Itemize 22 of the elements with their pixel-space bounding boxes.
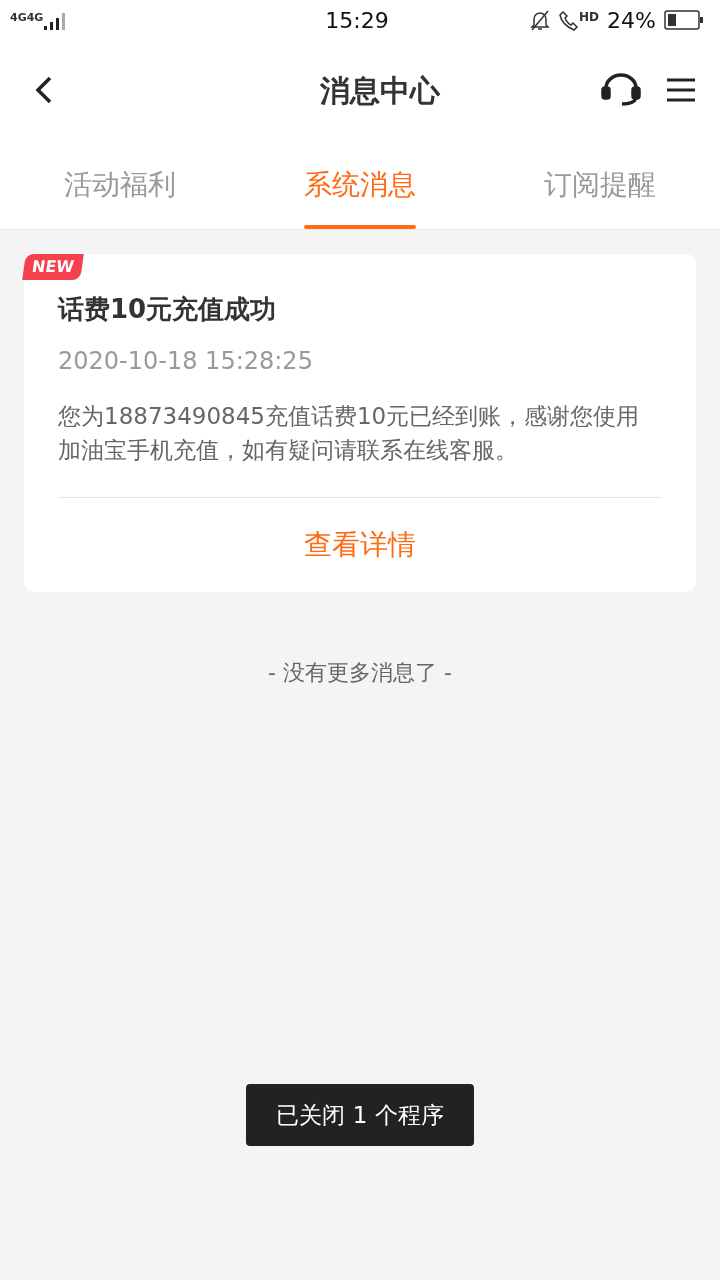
clock: 15:29: [325, 6, 389, 35]
phone-icon: [559, 9, 580, 31]
toast: 已关闭 1 个程序: [246, 1084, 474, 1146]
battery-percent: 24%: [607, 6, 656, 35]
end-of-list-note: - 没有更多消息了 -: [268, 659, 452, 687]
page-title: 消息中心: [319, 71, 440, 110]
hd-label: HD: [579, 8, 600, 26]
view-details-button[interactable]: 查看详情: [58, 498, 662, 592]
tab[interactable]: 系统消息: [304, 140, 416, 229]
menu-button[interactable]: [666, 77, 696, 103]
message-body: 您为18873490845充值话费10元已经到账，感谢您使用加油宝手机充值，如有疑问请联系在线客服。: [58, 399, 662, 498]
network-label: 4G: [10, 10, 27, 26]
battery-icon: [664, 10, 704, 30]
message-title: 话费10元充值成功: [58, 293, 278, 326]
signal-icon: [43, 12, 66, 30]
mute-bell-icon: [529, 9, 552, 31]
new-badge: NEW: [22, 254, 84, 280]
tab[interactable]: 活动福利: [64, 140, 176, 229]
customer-service-button[interactable]: [600, 72, 642, 108]
message-time: 2020-10-18 15:28:25: [58, 346, 314, 377]
tab[interactable]: 订阅提醒: [544, 140, 656, 229]
network-label: 4G: [26, 10, 44, 26]
